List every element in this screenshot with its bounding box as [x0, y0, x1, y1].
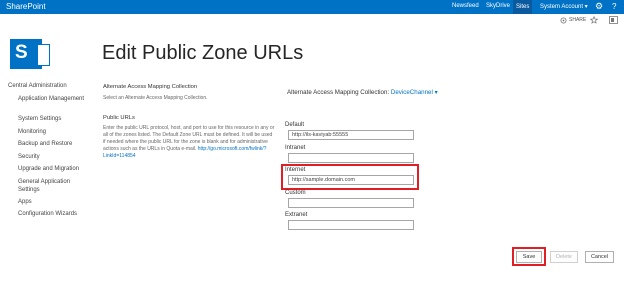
public-urls-description: Enter the public URL protocol, host, and…: [103, 125, 275, 160]
suite-bar: SharePoint Newsfeed SkyDrive Sites Syste…: [0, 0, 624, 14]
mapping-collection-dropdown[interactable]: DeviceChannel ▾: [391, 89, 438, 96]
skydrive-link[interactable]: SkyDrive: [486, 3, 510, 9]
nav-item-system-settings[interactable]: System Settings: [18, 115, 61, 123]
save-button[interactable]: Save: [516, 251, 542, 263]
intranet-field-label: Intranet: [285, 145, 306, 151]
nav-item-backup-restore[interactable]: Backup and Restore: [18, 140, 72, 148]
nav-item-apps[interactable]: Apps: [18, 198, 32, 206]
delete-button[interactable]: Delete: [550, 251, 578, 263]
intranet-url-input[interactable]: [288, 153, 414, 163]
default-field-label: Default: [285, 122, 305, 128]
sharepoint-brand[interactable]: SharePoint: [6, 2, 46, 11]
nav-item-application-management[interactable]: Application Management: [18, 95, 88, 103]
settings-gear-icon[interactable]: ⚙: [595, 1, 603, 12]
public-urls-title: Public URLs: [103, 115, 135, 121]
mapping-section-description: Select an Alternate Access Mapping Colle…: [103, 95, 208, 101]
nav-item-monitoring[interactable]: Monitoring: [18, 128, 46, 136]
newsfeed-link[interactable]: Newsfeed: [452, 3, 479, 9]
help-icon[interactable]: ?: [612, 2, 616, 11]
nav-item-general-app-settings[interactable]: General Application Settings: [18, 178, 88, 194]
internet-field-label: Internet: [285, 167, 306, 173]
custom-field-label: Custom: [285, 190, 306, 196]
custom-url-input[interactable]: [288, 198, 414, 208]
focus-content-icon[interactable]: [609, 16, 618, 24]
page-title: Edit Public Zone URLs: [102, 42, 304, 64]
cancel-button[interactable]: Cancel: [585, 251, 614, 263]
mapping-section-title: Alternate Access Mapping Collection: [103, 84, 198, 90]
nav-item-configuration-wizards[interactable]: Configuration Wizards: [18, 210, 77, 218]
share-icon: [560, 17, 567, 24]
follow-icon[interactable]: [590, 16, 598, 24]
share-label: SHARE: [569, 17, 587, 23]
nav-item-upgrade-migration[interactable]: Upgrade and Migration: [18, 165, 79, 173]
extranet-url-input[interactable]: [288, 220, 414, 230]
mapping-selector: Alternate Access Mapping Collection: Dev…: [287, 89, 438, 96]
mapping-selector-label: Alternate Access Mapping Collection:: [287, 89, 390, 96]
internet-url-input[interactable]: [288, 175, 414, 185]
nav-item-security[interactable]: Security: [18, 153, 40, 161]
default-url-input[interactable]: [288, 130, 414, 140]
sites-link[interactable]: Sites: [513, 0, 533, 14]
extranet-field-label: Extranet: [285, 212, 308, 218]
sharepoint-logo: S: [10, 39, 50, 69]
nav-heading-central-admin[interactable]: Central Administration: [8, 83, 67, 89]
account-menu[interactable]: System Account ▾: [540, 3, 588, 10]
